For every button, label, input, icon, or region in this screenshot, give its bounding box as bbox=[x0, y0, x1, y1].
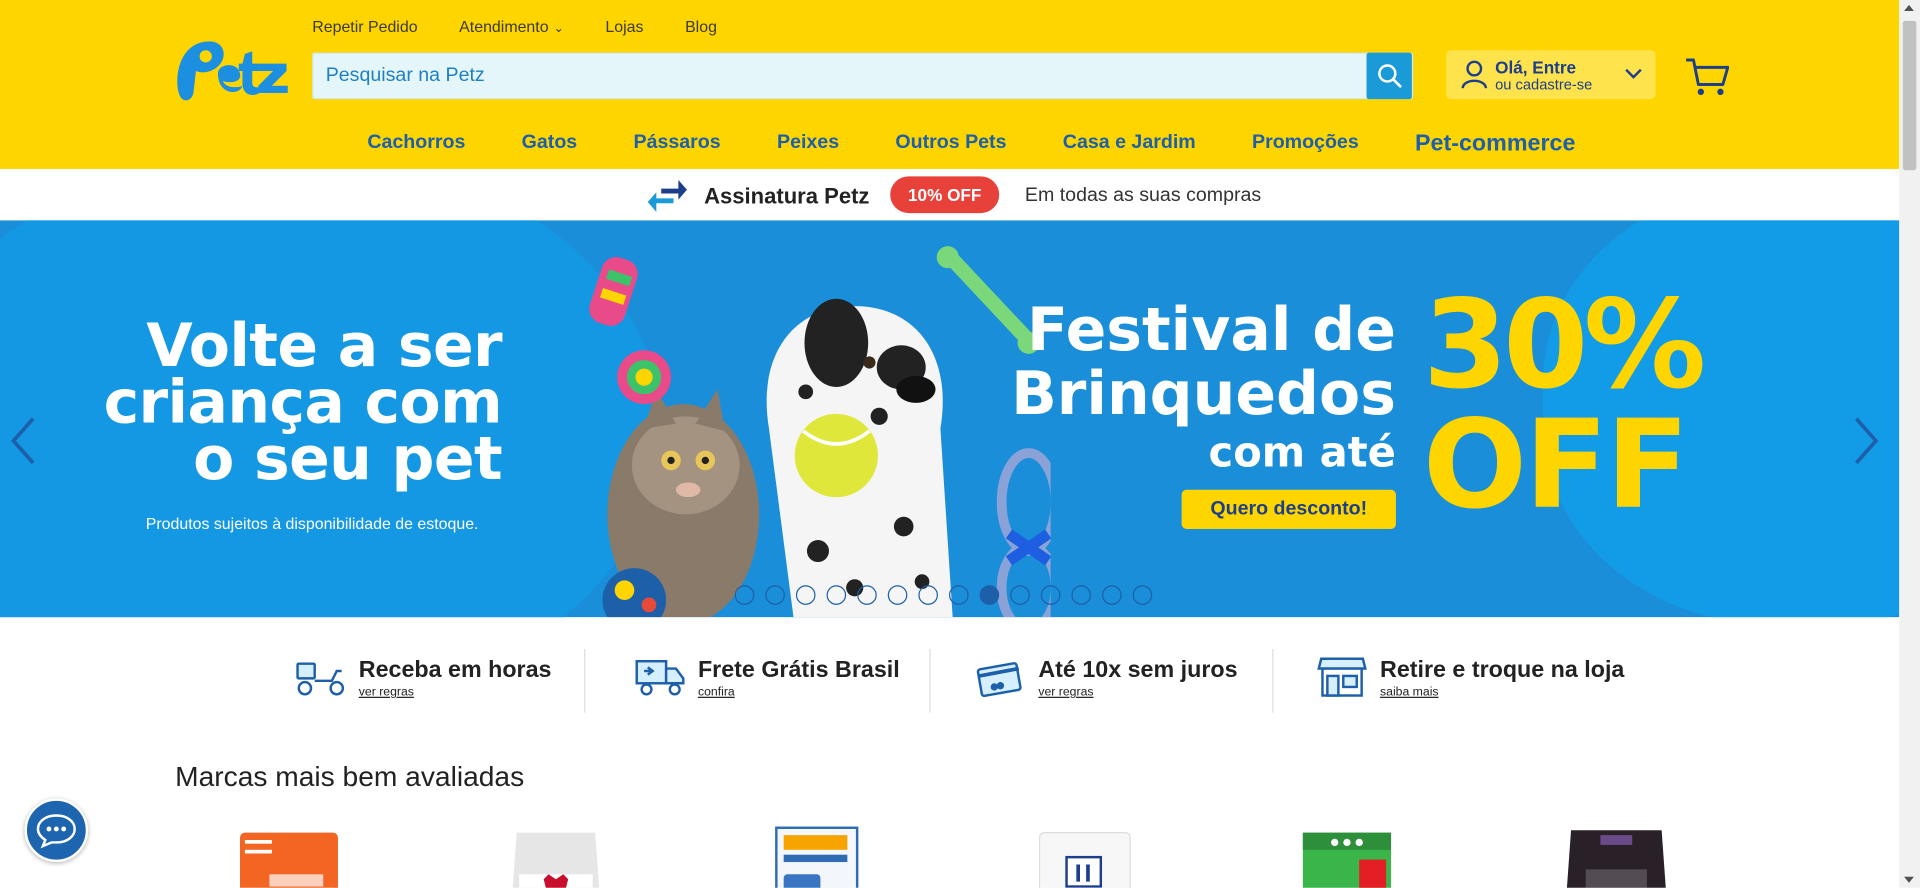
nav-item-pet-commerce[interactable]: Pet-commerce bbox=[1415, 131, 1575, 158]
support-label: Atendimento bbox=[459, 17, 549, 36]
nav-item-home-garden[interactable]: Casa e Jardim bbox=[1063, 132, 1196, 158]
account-menu[interactable]: Olá, Entre ou cadastre-se bbox=[1446, 50, 1656, 100]
repeat-order-link[interactable]: Repetir Pedido bbox=[312, 17, 417, 35]
scroll-down-arrow-icon[interactable] bbox=[1904, 876, 1914, 883]
discount-badge: 10% OFF bbox=[890, 176, 1000, 214]
festival-line: Brinquedos bbox=[1011, 358, 1396, 429]
carousel-next-icon[interactable] bbox=[1849, 414, 1883, 468]
chevron-down-icon bbox=[1625, 68, 1642, 79]
festival-title: Festival de Brinquedos bbox=[1011, 295, 1396, 429]
search-button[interactable] bbox=[1366, 52, 1412, 100]
petz-logo[interactable] bbox=[174, 37, 289, 103]
user-icon bbox=[1461, 60, 1488, 89]
swap-arrows-icon bbox=[647, 180, 687, 212]
blog-link[interactable]: Blog bbox=[685, 17, 717, 35]
carousel-dot[interactable] bbox=[1102, 585, 1122, 605]
brand-product-image[interactable] bbox=[233, 825, 343, 888]
brand-product-image[interactable] bbox=[1035, 825, 1145, 888]
scrollbar-thumb[interactable] bbox=[1902, 20, 1917, 171]
carousel-dot[interactable] bbox=[1071, 585, 1092, 605]
support-menu[interactable]: Atendimento ⌄ bbox=[459, 17, 564, 35]
scooter-delivery-icon bbox=[296, 662, 345, 696]
banner-disclaimer: Produtos sujeitos à disponibilidade de e… bbox=[145, 514, 479, 533]
chat-bubble-icon bbox=[36, 814, 76, 849]
page-scrollbar[interactable] bbox=[1899, 0, 1920, 888]
benefit-title: Até 10x sem juros bbox=[1038, 657, 1238, 684]
up-to-text: com até bbox=[1208, 428, 1396, 478]
truck-icon bbox=[635, 660, 685, 696]
credit-card-icon bbox=[976, 662, 1022, 698]
chat-button[interactable] bbox=[24, 798, 89, 863]
nav-item-dogs[interactable]: Cachorros bbox=[367, 132, 465, 158]
discount-cta-button[interactable]: Quero desconto! bbox=[1181, 489, 1396, 529]
benefit-link[interactable]: ver regras bbox=[1038, 686, 1093, 699]
carousel-dots bbox=[734, 585, 1153, 605]
nav-item-promotions[interactable]: Promoções bbox=[1252, 132, 1359, 158]
carousel-dot[interactable] bbox=[887, 585, 908, 605]
account-greeting: Olá, Entre bbox=[1495, 57, 1577, 78]
subscription-title: Assinatura Petz bbox=[704, 183, 870, 209]
brand-product-image[interactable] bbox=[1298, 825, 1408, 888]
scroll-up-arrow-icon[interactable] bbox=[1904, 4, 1914, 12]
headline-line: Volte a ser bbox=[146, 311, 503, 381]
nav-item-other-pets[interactable]: Outros Pets bbox=[895, 132, 1006, 158]
benefit-link[interactable]: confira bbox=[698, 686, 735, 699]
stores-link[interactable]: Lojas bbox=[605, 17, 643, 35]
pets-illustration bbox=[589, 246, 1051, 618]
cart-icon[interactable] bbox=[1685, 56, 1729, 98]
discount-off: OFF bbox=[1422, 393, 1689, 537]
carousel-dot[interactable] bbox=[734, 585, 755, 605]
carousel-dot[interactable] bbox=[1132, 585, 1153, 605]
chevron-down-icon: ⌄ bbox=[553, 22, 564, 36]
carousel-dot[interactable] bbox=[948, 585, 969, 605]
carousel-dot[interactable] bbox=[1010, 585, 1030, 605]
festival-line: Festival de bbox=[1027, 295, 1396, 365]
nav-item-fish[interactable]: Peixes bbox=[777, 132, 839, 158]
benefit-title: Frete Grátis Brasil bbox=[697, 657, 900, 684]
carousel-dot[interactable] bbox=[979, 585, 1000, 605]
brand-product-image[interactable] bbox=[1564, 825, 1674, 888]
divider bbox=[929, 648, 931, 713]
carousel-dot[interactable] bbox=[765, 585, 785, 605]
divider bbox=[584, 648, 586, 713]
divider bbox=[1272, 648, 1274, 713]
headline-line: criança com bbox=[103, 367, 503, 438]
brand-product-image[interactable] bbox=[771, 825, 881, 888]
top-links: Repetir Pedido Atendimento ⌄ Lojas Blog bbox=[312, 17, 717, 35]
benefit-link[interactable]: saiba mais bbox=[1380, 686, 1439, 699]
headline-line: o seu pet bbox=[193, 423, 503, 494]
search-bar bbox=[312, 52, 1414, 100]
carousel-dot[interactable] bbox=[857, 585, 877, 605]
banner-headline: Volte a ser criança com o seu pet bbox=[103, 311, 503, 494]
benefits-bar: Receba em horas ver regras Frete Grátis … bbox=[0, 617, 1899, 739]
carousel-prev-icon[interactable] bbox=[6, 414, 40, 468]
benefit-title: Retire e troque na loja bbox=[1380, 657, 1625, 684]
store-icon bbox=[1317, 657, 1367, 697]
benefit-title: Receba em horas bbox=[358, 657, 552, 684]
carousel-dot[interactable] bbox=[826, 585, 847, 605]
carousel-dot[interactable] bbox=[795, 585, 816, 605]
category-nav: Cachorros Gatos Pássaros Peixes Outros P… bbox=[367, 131, 1631, 158]
account-subtitle: ou cadastre-se bbox=[1495, 75, 1593, 94]
nav-item-birds[interactable]: Pássaros bbox=[634, 132, 721, 158]
site-header: Repetir Pedido Atendimento ⌄ Lojas Blog O… bbox=[0, 0, 1900, 169]
search-icon bbox=[1377, 64, 1401, 88]
nav-item-cats[interactable]: Gatos bbox=[522, 132, 578, 158]
subscription-text: Em todas as suas compras bbox=[1024, 184, 1262, 206]
discount-percent: 30% bbox=[1422, 273, 1706, 417]
hero-banner[interactable]: Volte a ser criança com o seu pet Produt… bbox=[0, 220, 1900, 618]
brand-product-image[interactable] bbox=[502, 825, 612, 888]
carousel-dot[interactable] bbox=[918, 585, 938, 605]
subscription-strip[interactable]: Assinatura Petz 10% OFF Em todas as suas… bbox=[0, 168, 1900, 221]
carousel-dot[interactable] bbox=[1040, 585, 1061, 605]
search-input[interactable] bbox=[313, 53, 1367, 98]
brands-section-title: Marcas mais bem avaliadas bbox=[175, 760, 525, 793]
benefit-link[interactable]: ver regras bbox=[359, 686, 414, 699]
